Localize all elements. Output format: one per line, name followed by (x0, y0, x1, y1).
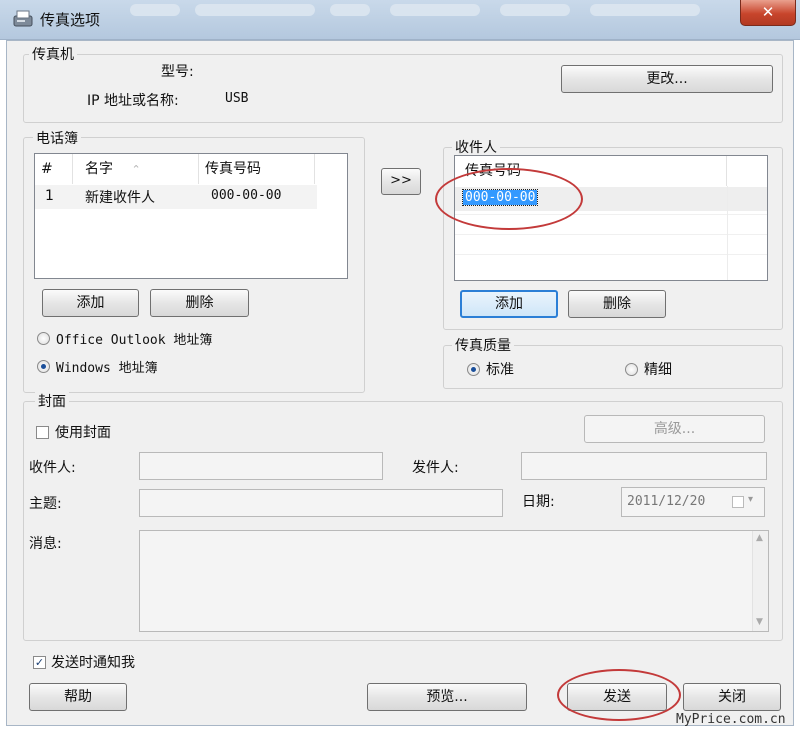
phonebook-group-label: 电话簿 (33, 128, 81, 148)
cover-page-group-label: 封面 (35, 391, 69, 411)
close-window-button[interactable]: ✕ (740, 0, 796, 26)
model-label: 型号: (161, 64, 194, 80)
column-header-index[interactable]: # (35, 154, 73, 184)
move-to-recipients-button[interactable]: >> (381, 168, 421, 195)
close-button[interactable]: 关闭 (683, 683, 781, 711)
advanced-button[interactable]: 高级... (584, 415, 765, 443)
outlook-address-book-radio[interactable] (37, 332, 50, 345)
quality-standard-label: 标准 (486, 362, 514, 378)
quality-fine-label: 精细 (644, 362, 672, 378)
change-printer-button[interactable]: 更改... (561, 65, 773, 93)
chevron-down-icon[interactable]: ▾ (748, 494, 753, 505)
annotation-circle-recipient (435, 168, 583, 230)
sort-ascending-icon: ⌃ (131, 163, 141, 176)
row-name: 新建收件人 (85, 190, 155, 206)
preview-button[interactable]: 预览... (367, 683, 527, 711)
windows-address-book-radio[interactable] (37, 360, 50, 373)
ip-address-value: USB (225, 91, 249, 106)
cover-sender-label: 发件人: (412, 460, 459, 476)
cover-message-label: 消息: (29, 536, 62, 552)
recipients-delete-button[interactable]: 删除 (568, 290, 666, 318)
cover-sender-field[interactable] (521, 452, 767, 480)
notify-on-send-label: 发送时通知我 (51, 655, 135, 671)
fax-machine-icon (13, 10, 33, 27)
recipients-add-button[interactable]: 添加 (460, 290, 558, 318)
watermark: MyPrice.com.cn (676, 712, 786, 727)
use-cover-checkbox[interactable] (36, 426, 49, 439)
notify-on-send-checkbox[interactable]: ✓ (33, 656, 46, 669)
window-title: 传真选项 (40, 11, 101, 29)
scroll-up-icon[interactable]: ▲ (756, 533, 763, 543)
scroll-down-icon[interactable]: ▼ (756, 617, 763, 627)
ip-address-label: IP 地址或名称: (87, 93, 179, 109)
phonebook-list[interactable]: # 名字 ⌃ 传真号码 1 新建收件人 000-00-00 (34, 153, 348, 279)
recipients-group-label: 收件人 (452, 137, 500, 157)
cover-date-label: 日期: (522, 494, 555, 510)
cover-date-value: 2011/12/20 (627, 494, 706, 509)
quality-standard-radio[interactable] (467, 363, 480, 376)
message-scrollbar[interactable]: ▲ ▼ (752, 531, 768, 631)
column-header-name-label: 名字 (85, 161, 113, 177)
cover-recipient-label: 收件人: (29, 460, 76, 476)
cover-subject-field[interactable] (139, 489, 503, 517)
title-bar (0, 0, 800, 40)
row-fax-number: 000-00-00 (211, 188, 282, 203)
use-cover-label: 使用封面 (55, 425, 111, 441)
cover-recipient-field[interactable] (139, 452, 383, 480)
table-row[interactable]: 1 新建收件人 000-00-00 (35, 185, 317, 209)
column-header-name[interactable]: 名字 ⌃ (73, 154, 199, 184)
dialog-body: 传真机 型号: IP 地址或名称: USB 更改... 电话簿 # 名字 ⌃ 传… (6, 40, 794, 726)
phonebook-add-button[interactable]: 添加 (42, 289, 139, 317)
cover-date-picker[interactable]: 2011/12/20 ▾ (621, 487, 765, 517)
column-header-fax[interactable]: 传真号码 (199, 154, 315, 184)
annotation-circle-send (557, 669, 681, 721)
row-index: 1 (45, 188, 54, 204)
fax-quality-group-label: 传真质量 (452, 335, 514, 355)
quality-fine-radio[interactable] (625, 363, 638, 376)
phonebook-delete-button[interactable]: 删除 (150, 289, 249, 317)
outlook-address-book-label: Office Outlook 地址簿 (56, 333, 213, 348)
cover-subject-label: 主题: (29, 496, 62, 512)
fax-machine-group-label: 传真机 (29, 44, 77, 64)
calendar-icon[interactable] (732, 496, 744, 508)
help-button[interactable]: 帮助 (29, 683, 127, 711)
cover-message-textarea[interactable]: ▲ ▼ (139, 530, 769, 632)
windows-address-book-label: Windows 地址簿 (56, 361, 158, 376)
